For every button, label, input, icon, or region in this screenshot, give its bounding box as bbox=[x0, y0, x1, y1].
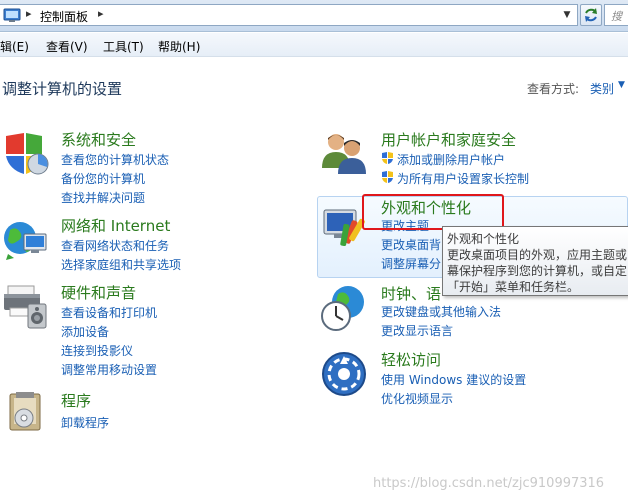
user-accounts-icon[interactable] bbox=[320, 128, 368, 176]
menu-tools[interactable]: 工具(T) bbox=[103, 38, 144, 55]
tooltip-title: 外观和个性化 bbox=[447, 232, 520, 246]
menu-edit[interactable]: 辑(E) bbox=[0, 38, 29, 55]
system-security-icon[interactable] bbox=[2, 130, 50, 178]
link-backup-computer[interactable]: 备份您的计算机 bbox=[61, 170, 145, 187]
link-uninstall-program[interactable]: 卸载程序 bbox=[61, 414, 109, 431]
breadcrumb-separator[interactable]: ▸ bbox=[26, 7, 32, 20]
link-devices-printers[interactable]: 查看设备和打印机 bbox=[61, 304, 157, 321]
uac-shield-icon bbox=[382, 171, 393, 183]
link-change-display-language[interactable]: 更改显示语言 bbox=[381, 322, 453, 339]
chevron-down-icon[interactable]: ▼ bbox=[560, 8, 574, 22]
menu-view[interactable]: 查看(V) bbox=[46, 38, 88, 55]
category-title-programs[interactable]: 程序 bbox=[61, 390, 91, 411]
link-network-status[interactable]: 查看网络状态和任务 bbox=[61, 237, 169, 254]
menu-help[interactable]: 帮助(H) bbox=[158, 38, 200, 55]
uac-shield-icon bbox=[382, 152, 393, 164]
view-by-label: 查看方式: bbox=[527, 82, 580, 96]
refresh-icon bbox=[585, 8, 597, 22]
ease-of-access-icon[interactable] bbox=[320, 350, 368, 398]
category-title-ease-of-access[interactable]: 轻松访问 bbox=[381, 349, 441, 370]
category-title-user-accounts[interactable]: 用户帐户和家庭安全 bbox=[381, 129, 516, 150]
link-windows-recommended-settings[interactable]: 使用 Windows 建议的设置 bbox=[381, 371, 526, 388]
link-add-remove-users[interactable]: 添加或删除用户帐户 bbox=[397, 151, 505, 168]
link-view-computer-status[interactable]: 查看您的计算机状态 bbox=[61, 151, 169, 168]
breadcrumb-separator[interactable]: ▸ bbox=[98, 7, 104, 20]
link-mobility-settings[interactable]: 调整常用移动设置 bbox=[61, 361, 157, 378]
address-bar: ▸ 控制面板 ▸ ▼ 搜 bbox=[0, 0, 628, 32]
refresh-button[interactable] bbox=[580, 4, 602, 26]
network-globe-icon[interactable] bbox=[2, 216, 50, 264]
hardware-printer-icon[interactable] bbox=[2, 282, 50, 330]
page-title: 调整计算机的设置 bbox=[2, 80, 123, 98]
programs-icon[interactable] bbox=[2, 388, 50, 436]
link-optimize-visual-display[interactable]: 优化视频显示 bbox=[381, 390, 453, 407]
link-homegroup-sharing[interactable]: 选择家庭组和共享选项 bbox=[61, 256, 181, 273]
category-title-hardware-sound[interactable]: 硬件和声音 bbox=[61, 282, 136, 303]
search-input[interactable]: 搜 bbox=[604, 4, 628, 26]
menu-bar: 辑(E) 查看(V) 工具(T) 帮助(H) bbox=[0, 33, 628, 57]
link-change-desktop-background[interactable]: 更改桌面背 bbox=[381, 236, 441, 253]
link-connect-projector[interactable]: 连接到投影仪 bbox=[61, 342, 133, 359]
watermark-text: https://blog.csdn.net/zjc910997316 bbox=[373, 476, 605, 491]
link-adjust-screen-resolution[interactable]: 调整屏幕分 bbox=[381, 255, 441, 272]
category-title-system-security[interactable]: 系统和安全 bbox=[61, 129, 136, 150]
category-title-network[interactable]: 网络和 Internet bbox=[61, 215, 170, 236]
tooltip-line: 幕保护程序到您的计算机，或自定 bbox=[447, 264, 628, 278]
link-add-device[interactable]: 添加设备 bbox=[61, 323, 109, 340]
link-parental-controls[interactable]: 为所有用户设置家长控制 bbox=[397, 170, 529, 187]
appearance-tooltip: 外观和个性化 更改桌面项目的外观，应用主题或 幕保护程序到您的计算机，或自定 「… bbox=[442, 226, 628, 296]
link-change-input-method[interactable]: 更改键盘或其他输入法 bbox=[381, 303, 501, 320]
control-panel-icon bbox=[3, 8, 21, 22]
highlight-annotation-box bbox=[362, 194, 504, 230]
view-by-dropdown[interactable]: 类别 bbox=[590, 80, 614, 97]
link-find-fix-problems[interactable]: 查找并解决问题 bbox=[61, 189, 145, 206]
search-placeholder: 搜 bbox=[611, 10, 622, 23]
chevron-down-icon[interactable]: ▼ bbox=[618, 80, 625, 90]
category-title-clock-language[interactable]: 时钟、语 bbox=[381, 283, 441, 304]
breadcrumb-control-panel[interactable]: 控制面板 bbox=[40, 8, 88, 25]
clock-globe-icon[interactable] bbox=[320, 284, 368, 332]
tooltip-line: 「开始」菜单和任务栏。 bbox=[447, 280, 580, 294]
address-box[interactable]: ▸ 控制面板 ▸ ▼ bbox=[0, 4, 578, 26]
tooltip-line: 更改桌面项目的外观，应用主题或 bbox=[447, 248, 628, 262]
